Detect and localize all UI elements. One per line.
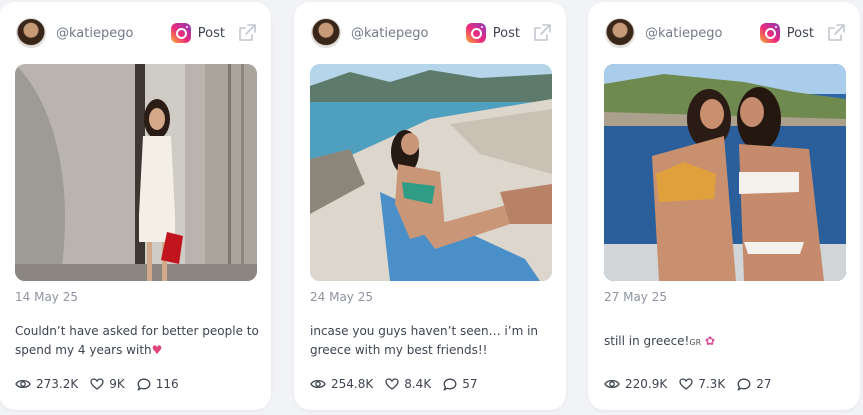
instagram-icon [759,23,780,43]
greece-flag-label: GR [689,338,702,347]
flower-emoji-icon: ✿ [704,334,716,348]
comment-icon [737,378,751,391]
avatar[interactable] [16,18,46,48]
views-count: 254.8K [331,377,374,391]
post-image[interactable] [15,64,257,281]
comments-stat: 27 [737,377,771,391]
post-image[interactable] [310,64,552,281]
eye-icon [310,379,326,389]
post-card[interactable]: @katiepego Post 24 May 25 incase you guy… [294,2,566,410]
post-caption: still in greece!GR ✿ [604,332,849,352]
caption-text: still in greece! [604,334,690,348]
post-stats: 254.8K 8.4K 57 [310,377,489,391]
comment-icon [443,378,457,391]
likes-stat: 9K [90,377,125,391]
views-stat: 254.8K [310,377,373,391]
post-date: 24 May 25 [310,290,373,304]
comments-stat: 57 [443,377,477,391]
views-stat: 273.2K [15,377,78,391]
likes-stat: 7.3K [679,377,725,391]
views-stat: 220.9K [604,377,667,391]
comment-icon [137,378,151,391]
post-header: @katiepego Post [311,18,552,48]
post-card[interactable]: @katiepego Post 27 May 25 still in greec… [588,2,860,410]
post-header: @katiepego Post [16,18,257,48]
post-type-label: Post [492,25,520,41]
post-date: 27 May 25 [604,290,667,304]
heart-icon [385,378,399,390]
comments-count: 27 [756,377,772,391]
post-stats: 220.9K 7.3K 27 [604,377,783,391]
post-caption: Couldn’t have asked for better people to… [15,322,260,360]
eye-icon [604,379,620,389]
post-caption: incase you guys haven’t seen… i’m in gre… [310,322,555,360]
account-handle[interactable]: @katiepego [645,26,760,41]
external-link-icon[interactable] [826,23,846,43]
heart-icon [679,378,693,390]
heart-icon [90,378,104,390]
post-type-label: Post [197,25,225,41]
comments-stat: 116 [137,377,179,391]
likes-count: 7.3K [698,377,726,391]
caption-text: Couldn’t have asked for better people to… [15,324,259,357]
account-handle[interactable]: @katiepego [56,26,171,41]
external-link-icon[interactable] [532,23,552,43]
eye-icon [15,379,31,389]
likes-count: 9K [109,377,125,391]
views-count: 220.9K [625,377,668,391]
instagram-icon [170,23,191,43]
account-handle[interactable]: @katiepego [351,26,466,41]
likes-stat: 8.4K [385,377,431,391]
post-header: @katiepego Post [605,18,846,48]
heart-emoji-icon: ♥ [151,343,163,357]
caption-text: incase you guys haven’t seen… i’m in gre… [310,324,539,357]
avatar[interactable] [311,18,341,48]
views-count: 273.2K [36,377,79,391]
external-link-icon[interactable] [237,23,257,43]
likes-count: 8.4K [404,377,432,391]
post-date: 14 May 25 [15,290,78,304]
instagram-icon [465,23,486,43]
post-type-label: Post [786,25,814,41]
comments-count: 116 [155,377,179,391]
comments-count: 57 [462,377,478,391]
post-image[interactable] [604,64,846,281]
avatar[interactable] [605,18,635,48]
post-stats: 273.2K 9K 116 [15,377,191,391]
post-card[interactable]: @katiepego Post 14 May 25 Couldn’t have … [0,2,271,410]
